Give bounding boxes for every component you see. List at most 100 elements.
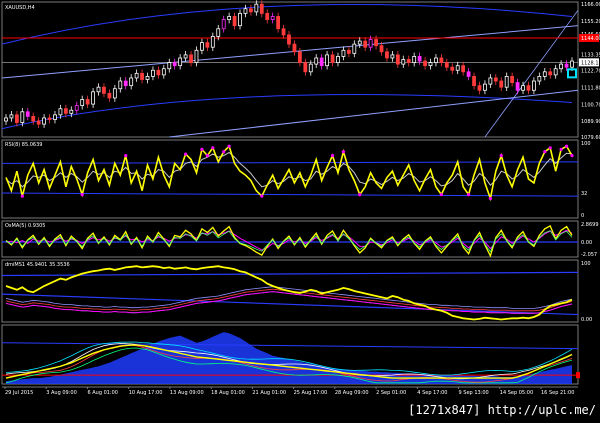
histogram-reference-tag [576, 372, 580, 379]
time-axis-tick-label: 25 Aug 17:00 [294, 390, 328, 396]
candle-body [341, 49, 346, 57]
candle-body [455, 65, 460, 71]
rsi-extreme-point [227, 144, 231, 148]
rsi-extreme-point [499, 154, 503, 158]
candle-body [412, 56, 417, 63]
candle-body [444, 62, 449, 68]
time-axis-tick-label: 9 Sep 13:00 [459, 390, 489, 396]
dmi-lower-band [1, 293, 579, 316]
osma-panel-title: OsMA(5) 0.9305 [5, 223, 45, 229]
rsi-upper-band [1, 161, 579, 164]
panel-frame-0 [1, 1, 579, 138]
candle-body [564, 63, 569, 68]
time-axis-tick-label: 14 Sep 05:00 [500, 390, 533, 396]
rsi-extreme-point [559, 147, 563, 151]
rsi-axis-tick-label: 32 [581, 191, 587, 197]
time-axis-tick-label: 4 Sep 17:00 [417, 390, 447, 396]
rsi-extreme-point [330, 154, 335, 158]
rsi-extreme-point [205, 154, 209, 158]
candle-body [292, 43, 297, 53]
candle-body [450, 66, 455, 71]
candle-body [346, 49, 351, 54]
candle-body [172, 62, 177, 67]
rsi-extreme-point [570, 154, 574, 158]
candle-body [548, 71, 553, 76]
candle-body [379, 45, 384, 53]
candle-body [466, 71, 471, 77]
rsi-extreme-point [211, 146, 215, 150]
rsi-extreme-point [564, 144, 569, 148]
candle-body [221, 19, 226, 30]
time-axis-tick-label: 28 Aug 09:00 [335, 390, 369, 396]
candle-body [20, 111, 25, 123]
candle-body [200, 42, 204, 51]
candle-body [69, 109, 74, 114]
panel-frame-1 [1, 139, 579, 219]
candle-body [161, 68, 166, 76]
candle-body [314, 57, 319, 65]
candle-body [58, 108, 63, 116]
candle-body [118, 80, 123, 90]
dmi-panel-title: dmiMS1 45.9401 35.3536 [5, 262, 70, 268]
candle-body [36, 120, 41, 125]
price-axis-tick-label: 1122.70 [581, 69, 600, 75]
price-panel-title: XAUUSD,H4 [5, 5, 35, 11]
candle-body [205, 42, 210, 48]
candle-body [123, 80, 128, 87]
candle-body [390, 54, 395, 59]
candle-body [47, 117, 52, 120]
rsi-extreme-point [466, 193, 471, 197]
candle-body [401, 59, 406, 65]
candle-body [423, 60, 427, 67]
candle-body [439, 57, 444, 63]
time-axis-tick-label: 10 Aug 17:00 [129, 390, 163, 396]
candle-body [259, 3, 264, 14]
candle-body [194, 49, 199, 63]
candle-body [434, 57, 438, 63]
rsi-extreme-point [358, 193, 362, 197]
candle-body [352, 43, 357, 54]
candle-body [428, 62, 433, 67]
time-axis-tick-label: 18 Aug 01:00 [211, 390, 245, 396]
price-axis-tick-label: 1144.00 [581, 36, 600, 42]
rsi-axis-tick-label: 0 [581, 213, 584, 219]
candle-body [183, 54, 188, 59]
osma-main-line [5, 224, 573, 258]
candle-body [31, 115, 36, 122]
candle-body [553, 68, 558, 76]
candle-body [151, 69, 155, 77]
rsi-panel-title: RSI(8) 85.0639 [5, 142, 42, 148]
chart-canvas[interactable]: XAUUSD,H41166.001155.201146.601144.00113… [0, 0, 600, 419]
candle-body [504, 76, 509, 88]
candle-body [232, 16, 237, 27]
candle-body [238, 12, 242, 27]
rsi-series-line [5, 144, 573, 202]
rsi-extreme-point [200, 147, 204, 151]
candle-body [499, 80, 504, 88]
candle-body [25, 111, 30, 117]
candle-body [189, 54, 193, 63]
candle-body [395, 54, 400, 65]
candle-body [96, 86, 101, 93]
candle-body [276, 16, 281, 30]
candle-body [107, 92, 112, 99]
candle-body [140, 72, 144, 80]
candle-body [461, 65, 466, 73]
price-axis-tick-label: 1166.00 [581, 2, 600, 8]
candle-body [265, 12, 270, 20]
candle-body [406, 59, 411, 63]
time-axis-tick-label: 29 Jul 2015 [5, 390, 33, 396]
candle-body [521, 85, 525, 91]
candle-body [570, 60, 574, 68]
trend-line-upper [1, 25, 579, 79]
candle-body [493, 77, 498, 82]
candle-body [134, 72, 139, 79]
rsi-extreme-point [260, 194, 264, 198]
candle-body [227, 16, 232, 20]
price-axis-tick-label: 1100.70 [581, 103, 600, 109]
candle-body [330, 54, 335, 63]
candle-body [537, 76, 542, 82]
candle-body [515, 82, 520, 91]
candle-body [74, 105, 79, 111]
rsi-extreme-point [548, 146, 552, 150]
